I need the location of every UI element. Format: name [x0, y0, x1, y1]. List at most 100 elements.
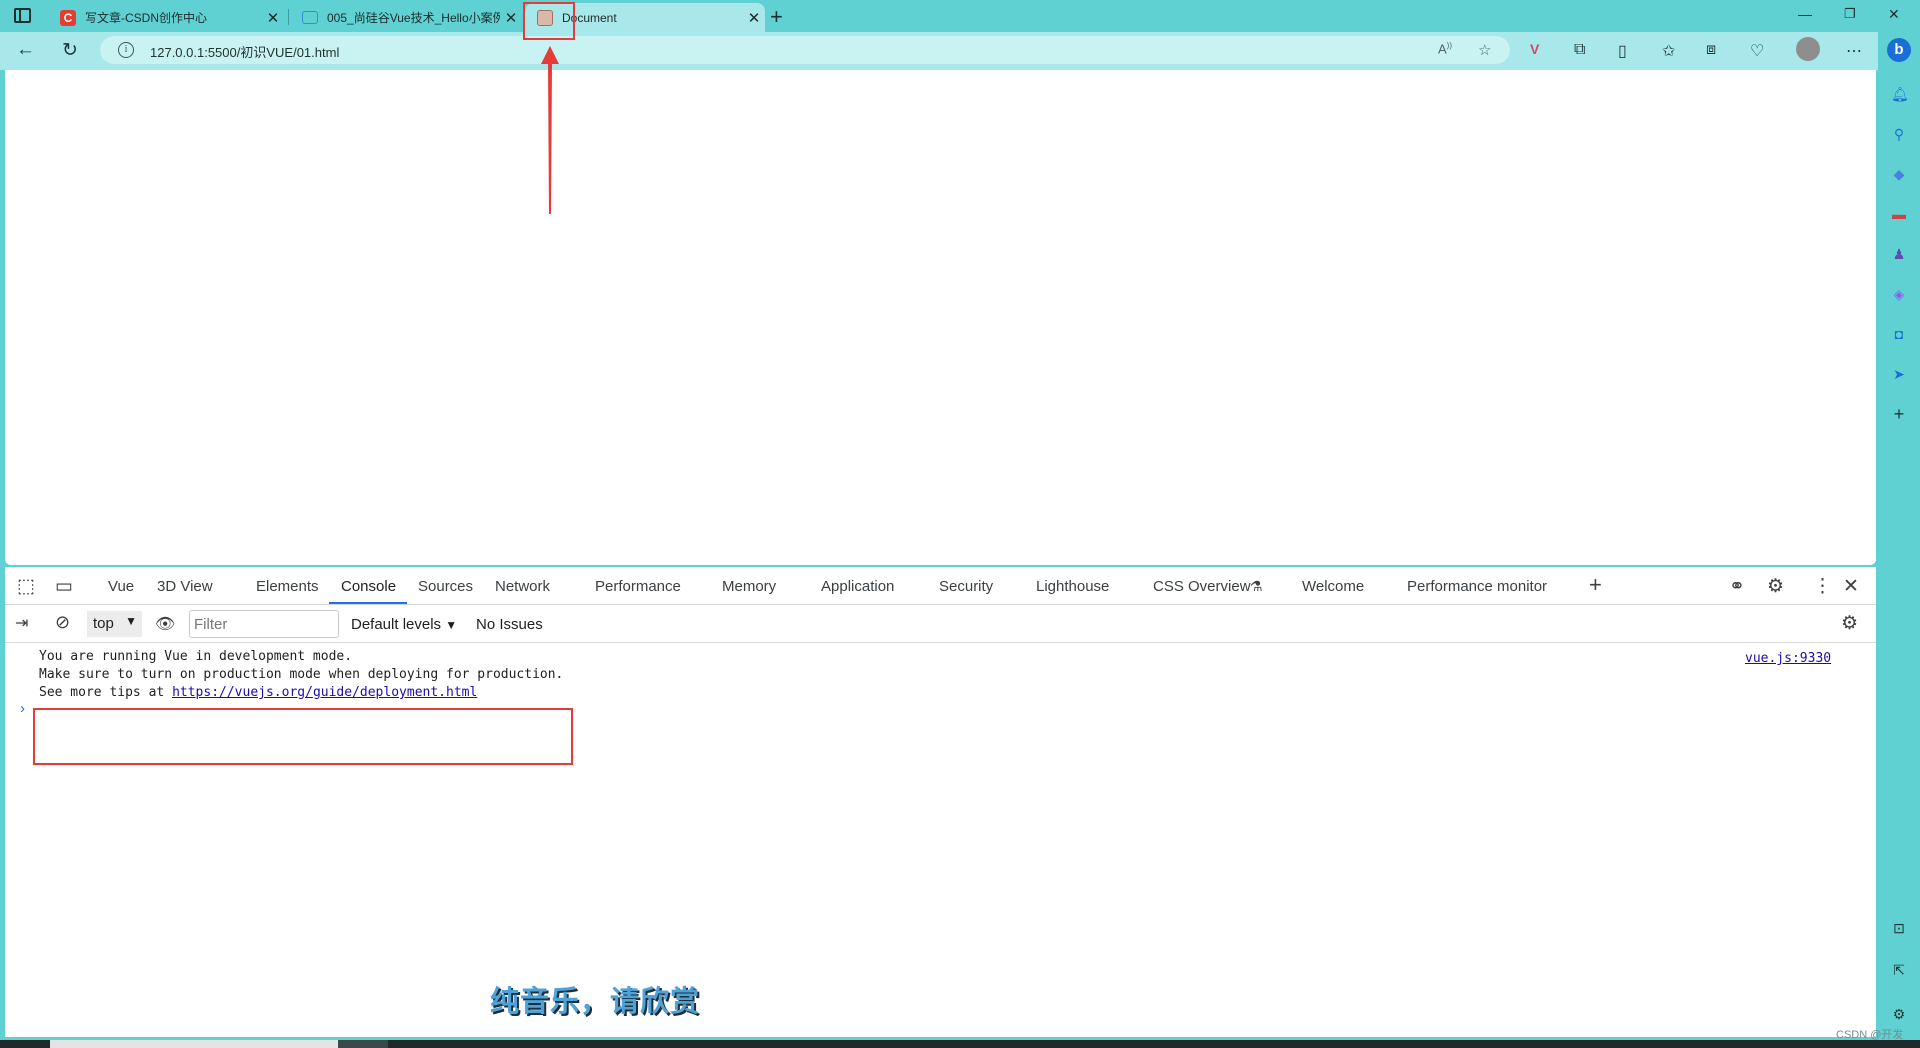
address-bar[interactable]: i 127.0.0.1:5500/初识VUE/01.html A)) ☆: [100, 36, 1510, 64]
video-caption: 纯音乐，请欣赏: [490, 984, 701, 1018]
sidebar-settings-icon[interactable]: ⚙: [1891, 1006, 1907, 1022]
tab-separator: [288, 9, 289, 25]
tab-sources[interactable]: Sources: [418, 578, 473, 595]
tab-actions-menu-icon[interactable]: [14, 8, 31, 23]
tab-security[interactable]: Security: [939, 578, 993, 595]
tab-strip: C 写文章-CSDN创作中心 ✕ 005_尚硅谷Vue技术_Hello小案例 ✕…: [0, 0, 1920, 32]
favorite-star-icon[interactable]: ☆: [1478, 41, 1491, 59]
close-window-icon[interactable]: ✕: [1888, 6, 1900, 23]
read-aloud-icon[interactable]: A)): [1438, 41, 1452, 56]
restore-icon[interactable]: ❐: [1844, 6, 1856, 22]
clear-console-icon[interactable]: ⊘: [55, 612, 70, 633]
url-text[interactable]: 127.0.0.1:5500/初识VUE/01.html: [150, 42, 339, 61]
live-expression-eye-icon[interactable]: 👁︎: [155, 614, 175, 634]
tab-vue[interactable]: Vue: [108, 578, 134, 595]
browser-toolbar: ← ↻ i 127.0.0.1:5500/初识VUE/01.html A)) ☆…: [0, 32, 1920, 70]
filter-placeholder: Filter: [194, 616, 228, 633]
minimize-icon[interactable]: —: [1798, 6, 1812, 22]
close-icon[interactable]: ✕: [262, 9, 284, 27]
dropdown-arrow-icon: ▼: [445, 618, 458, 632]
site-info-icon[interactable]: i: [118, 42, 134, 58]
browser-tab-bilibili[interactable]: 005_尚硅谷Vue技术_Hello小案例 ✕: [290, 3, 522, 32]
search-icon[interactable]: ⚲: [1891, 126, 1907, 142]
active-tab-indicator: [329, 602, 407, 604]
tab-title: Document: [562, 10, 617, 25]
levels-label: Default levels: [351, 616, 442, 633]
devtools-tab-bar: ⬚ ▭ Vue 3D View Elements Console Sources…: [5, 567, 1876, 605]
console-message-text: See more tips at: [39, 685, 173, 700]
collections-icon[interactable]: ⧈: [1706, 41, 1716, 59]
bing-copilot-icon[interactable]: b: [1887, 38, 1911, 62]
taskbar-item[interactable]: [338, 1040, 388, 1048]
browser-tab-csdn[interactable]: C 写文章-CSDN创作中心 ✕: [48, 3, 284, 32]
new-tab-icon[interactable]: +: [770, 4, 783, 30]
console-message-line: See more tips at https://vuejs.org/guide…: [39, 685, 477, 700]
tab-memory[interactable]: Memory: [722, 578, 776, 595]
tab-css-overview[interactable]: CSS Overview: [1153, 578, 1251, 595]
close-devtools-icon[interactable]: ✕: [1843, 575, 1859, 598]
customize-menu-icon[interactable]: ⋮: [1813, 575, 1832, 598]
deployment-guide-link[interactable]: https://vuejs.org/guide/deployment.html: [172, 685, 477, 700]
console-toolbar: ⇥ ⊘ top ▼ 👁︎ Filter Default levels ▼ No …: [5, 605, 1876, 643]
tab-title: 写文章-CSDN创作中心: [85, 11, 207, 25]
edge-sidebar: b 🔔︎ ⚲ ◆ ▬ ♟ ◈ ◘ ➤ + ⊡ ⇱ ⚙: [1878, 32, 1920, 1042]
tab-network[interactable]: Network: [495, 578, 550, 595]
browser-essentials-icon[interactable]: ♡: [1750, 41, 1764, 61]
console-message-line: You are running Vue in development mode.: [39, 649, 353, 664]
close-icon[interactable]: ✕: [500, 9, 522, 27]
tab-title: 005_尚硅谷Vue技术_Hello小案例: [327, 11, 500, 25]
drop-send-icon[interactable]: ➤: [1891, 366, 1907, 382]
annotation-arrow: [541, 46, 559, 214]
profile-avatar-icon[interactable]: [1796, 37, 1820, 61]
refresh-icon[interactable]: ↻: [62, 39, 78, 62]
open-external-icon[interactable]: ⇱: [1891, 962, 1907, 978]
shopping-tag-icon[interactable]: ◆: [1891, 166, 1907, 182]
inspect-element-icon[interactable]: ⬚: [17, 575, 35, 598]
console-prompt-chevron-icon[interactable]: ›: [20, 700, 25, 717]
tab-performance-monitor[interactable]: Performance monitor: [1407, 578, 1547, 595]
annotation-highlight-tab: [523, 2, 575, 40]
back-arrow-icon[interactable]: ←: [16, 39, 35, 61]
tab-performance[interactable]: Performance: [595, 578, 681, 595]
connect-device-icon[interactable]: ⚭: [1729, 575, 1745, 598]
annotation-highlight-console-input: [33, 708, 573, 765]
bilibili-tv-icon: [302, 11, 318, 24]
close-icon[interactable]: ✕: [743, 9, 765, 27]
issues-counter[interactable]: No Issues: [476, 616, 543, 633]
dropdown-arrow-icon: ▼: [125, 614, 137, 628]
tab-console[interactable]: Console: [341, 578, 396, 595]
microsoft-365-icon[interactable]: ◈: [1891, 286, 1907, 302]
bell-icon[interactable]: 🔔︎: [1891, 86, 1909, 102]
log-levels-dropdown[interactable]: Default levels ▼: [351, 616, 457, 633]
csdn-logo-icon: C: [60, 9, 76, 26]
filter-input[interactable]: Filter: [189, 610, 339, 638]
tab-elements[interactable]: Elements: [256, 578, 319, 595]
source-location-link[interactable]: vue.js:9330: [1745, 651, 1831, 666]
devtools-settings-icon[interactable]: ⚙: [1767, 575, 1784, 598]
os-taskbar: [0, 1040, 1920, 1048]
tab-lighthouse[interactable]: Lighthouse: [1036, 578, 1109, 595]
extensions-puzzle-icon[interactable]: ⧉: [1574, 41, 1585, 59]
split-screen-icon[interactable]: ▯: [1618, 41, 1627, 61]
tab-3d-view[interactable]: 3D View: [157, 578, 213, 595]
show-sidebar-icon[interactable]: ⇥: [15, 613, 28, 633]
tab-welcome[interactable]: Welcome: [1302, 578, 1364, 595]
tab-application[interactable]: Application: [821, 578, 894, 595]
favorites-icon[interactable]: ✩: [1662, 41, 1675, 61]
outlook-icon[interactable]: ◘: [1891, 326, 1907, 342]
context-value: top: [93, 615, 114, 632]
device-emulation-icon[interactable]: ▭: [55, 575, 73, 598]
hide-sidebar-icon[interactable]: ⊡: [1891, 920, 1907, 936]
taskbar-item[interactable]: [50, 1040, 338, 1048]
console-message-line: Make sure to turn on production mode whe…: [39, 667, 564, 682]
more-tools-plus-icon[interactable]: +: [1589, 572, 1602, 598]
more-options-icon[interactable]: ⋯: [1846, 41, 1862, 61]
flask-icon: ⚗: [1250, 578, 1263, 594]
vue-devtools-extension-icon[interactable]: V: [1530, 41, 1539, 57]
console-settings-icon[interactable]: ⚙: [1841, 612, 1858, 635]
context-selector[interactable]: top ▼: [87, 611, 142, 637]
page-viewport[interactable]: [5, 70, 1876, 565]
tools-briefcase-icon[interactable]: ▬: [1891, 206, 1907, 222]
games-icon[interactable]: ♟: [1891, 246, 1907, 262]
add-sidebar-app-icon[interactable]: +: [1891, 405, 1907, 423]
